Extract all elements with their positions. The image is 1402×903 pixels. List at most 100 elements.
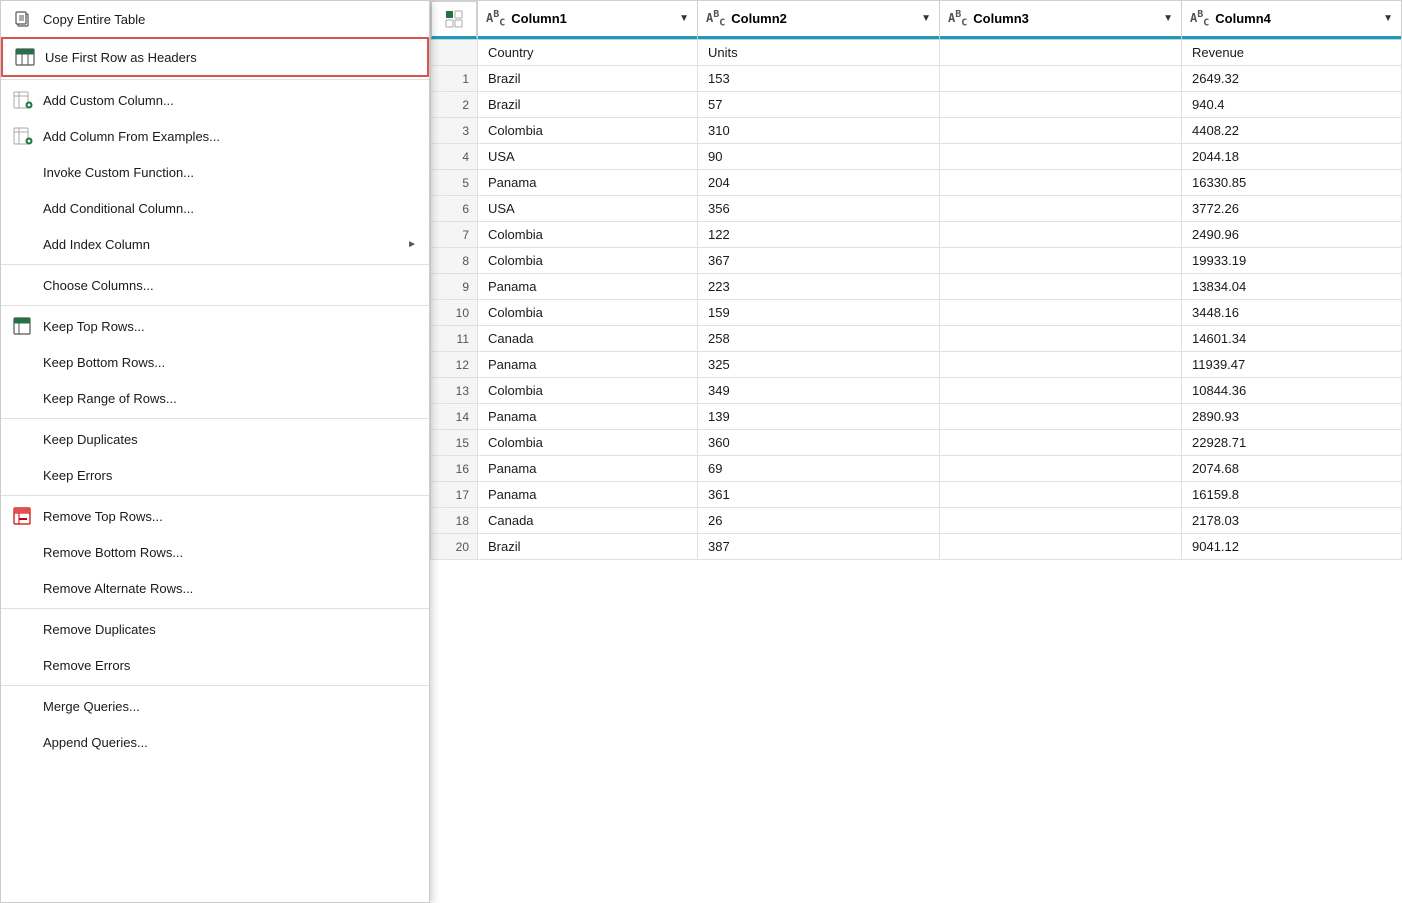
table-cell: Panama — [478, 170, 698, 196]
table-cell — [940, 144, 1182, 170]
table-cell: 3772.26 — [1182, 196, 1402, 222]
menu-item-add-conditional[interactable]: Add Conditional Column... — [1, 190, 429, 226]
menu-item-invoke-custom[interactable]: Invoke Custom Function... — [1, 154, 429, 190]
menu-item-add-index[interactable]: Add Index Column► — [1, 226, 429, 262]
menu-item-add-custom-col[interactable]: Add Custom Column... — [1, 82, 429, 118]
row-number: 13 — [431, 378, 478, 404]
table-cell: Panama — [478, 456, 698, 482]
table-cell: Colombia — [478, 430, 698, 456]
menu-item-copy-table[interactable]: Copy Entire Table — [1, 1, 429, 37]
menu-item-keep-range[interactable]: Keep Range of Rows... — [1, 380, 429, 416]
keep-bottom-label: Keep Bottom Rows... — [43, 355, 417, 370]
row-number: 9 — [431, 274, 478, 300]
row-number: 14 — [431, 404, 478, 430]
col1-label: Column1 — [511, 11, 567, 26]
copy-table-icon — [11, 7, 35, 31]
menu-item-merge-queries[interactable]: Merge Queries... — [1, 688, 429, 724]
table-cell: 940.4 — [1182, 92, 1402, 118]
table-cell — [940, 118, 1182, 144]
menu-item-remove-dupes[interactable]: Remove Duplicates — [1, 611, 429, 647]
menu-item-keep-top[interactable]: Keep Top Rows... — [1, 308, 429, 344]
col3-header: ABC Column3 ▼ — [940, 1, 1181, 39]
table-cell — [940, 508, 1182, 534]
menu-item-remove-bottom[interactable]: Remove Bottom Rows... — [1, 534, 429, 570]
row-number: 4 — [431, 144, 478, 170]
col3-dropdown[interactable]: ▼ — [1163, 13, 1173, 24]
table-row: 1Brazil153 2649.32 — [431, 66, 1402, 92]
menu-divider-after-choose-cols — [1, 305, 429, 306]
row-number: 6 — [431, 196, 478, 222]
table-cell: 2178.03 — [1182, 508, 1402, 534]
row-number: 18 — [431, 508, 478, 534]
append-queries-label: Append Queries... — [43, 735, 417, 750]
menu-item-add-col-examples[interactable]: Add Column From Examples... — [1, 118, 429, 154]
menu-item-choose-cols[interactable]: Choose Columns... — [1, 267, 429, 303]
row-number: 8 — [431, 248, 478, 274]
add-index-icon-placeholder — [11, 232, 35, 256]
table-row: 15Colombia36022928.71 — [431, 430, 1402, 456]
add-custom-col-label: Add Custom Column... — [43, 93, 417, 108]
table-cell: 22928.71 — [1182, 430, 1402, 456]
table-cell: Brazil — [478, 66, 698, 92]
col3-label: Column3 — [973, 11, 1029, 26]
table-cell — [940, 404, 1182, 430]
col2-dropdown[interactable]: ▼ — [921, 13, 931, 24]
menu-item-keep-errors[interactable]: Keep Errors — [1, 457, 429, 493]
remove-errors-icon-placeholder — [11, 653, 35, 677]
remove-bottom-label: Remove Bottom Rows... — [43, 545, 417, 560]
table-cell: 2044.18 — [1182, 144, 1402, 170]
table-cell: 10844.36 — [1182, 378, 1402, 404]
add-index-label: Add Index Column — [43, 237, 407, 252]
table-cell: 204 — [698, 170, 940, 196]
table-row: CountryUnitsRevenue — [431, 40, 1402, 66]
menu-item-remove-alt[interactable]: Remove Alternate Rows... — [1, 570, 429, 606]
menu-item-remove-errors[interactable]: Remove Errors — [1, 647, 429, 683]
table-cell: USA — [478, 196, 698, 222]
menu-item-append-queries[interactable]: Append Queries... — [1, 724, 429, 760]
table-cell: 2649.32 — [1182, 66, 1402, 92]
menu-item-use-first-row[interactable]: Use First Row as Headers — [1, 37, 429, 77]
col2-type-icon: ABC — [706, 9, 725, 28]
row-number: 10 — [431, 300, 478, 326]
table-cell: 2074.68 — [1182, 456, 1402, 482]
table-row: 9Panama22313834.04 — [431, 274, 1402, 300]
menu-item-remove-top[interactable]: Remove Top Rows... — [1, 498, 429, 534]
use-first-row-icon — [13, 45, 37, 69]
add-col-examples-icon — [11, 124, 35, 148]
table-cell — [940, 92, 1182, 118]
keep-dupes-icon-placeholder — [11, 427, 35, 451]
col4-header: ABC Column4 ▼ — [1182, 1, 1401, 39]
table-row: 4USA902044.18 — [431, 144, 1402, 170]
col4-dropdown[interactable]: ▼ — [1383, 13, 1393, 24]
col1-header: ABC Column1 ▼ — [478, 1, 697, 39]
table-cell — [940, 456, 1182, 482]
remove-top-icon — [11, 504, 35, 528]
table-cell: Revenue — [1182, 40, 1402, 66]
remove-dupes-icon-placeholder — [11, 617, 35, 641]
use-first-row-label: Use First Row as Headers — [45, 50, 415, 65]
append-queries-icon-placeholder — [11, 730, 35, 754]
table-cell: Canada — [478, 508, 698, 534]
table-cell: 139 — [698, 404, 940, 430]
table-row: 14Panama1392890.93 — [431, 404, 1402, 430]
menu-item-keep-dupes[interactable]: Keep Duplicates — [1, 421, 429, 457]
menu-item-keep-bottom[interactable]: Keep Bottom Rows... — [1, 344, 429, 380]
choose-cols-icon-placeholder — [11, 273, 35, 297]
table-cell: 153 — [698, 66, 940, 92]
keep-top-icon — [11, 314, 35, 338]
table-row: 17Panama36116159.8 — [431, 482, 1402, 508]
table-row: 18Canada262178.03 — [431, 508, 1402, 534]
menu-divider-after-keep-errors — [1, 495, 429, 496]
keep-errors-icon-placeholder — [11, 463, 35, 487]
table-cell: Colombia — [478, 378, 698, 404]
table-cell — [940, 534, 1182, 560]
select-all-button[interactable] — [431, 1, 477, 39]
row-number: 7 — [431, 222, 478, 248]
table-cell: Country — [478, 40, 698, 66]
col1-dropdown[interactable]: ▼ — [679, 13, 689, 24]
row-number: 1 — [431, 66, 478, 92]
table-cell: Colombia — [478, 118, 698, 144]
row-number: 16 — [431, 456, 478, 482]
table-cell: 310 — [698, 118, 940, 144]
merge-queries-icon-placeholder — [11, 694, 35, 718]
